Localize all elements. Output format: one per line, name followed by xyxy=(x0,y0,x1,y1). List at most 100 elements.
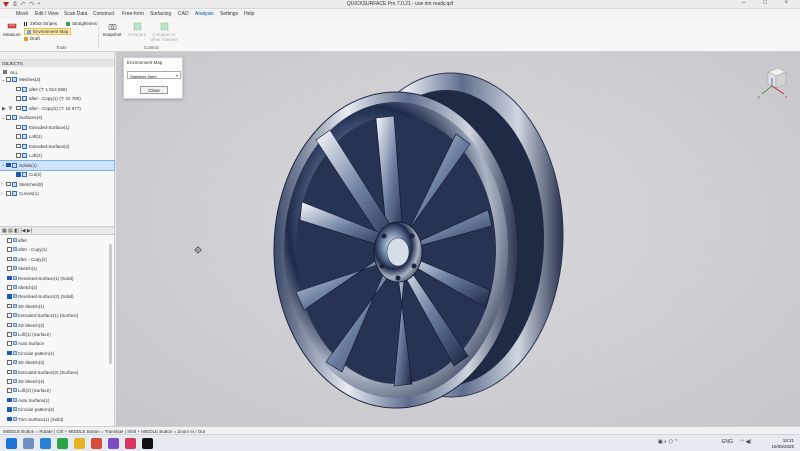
tab-construct[interactable]: Construct xyxy=(93,11,114,17)
window-controls[interactable]: – □ × xyxy=(742,0,796,6)
visibility-checkbox[interactable] xyxy=(16,134,21,139)
history-item[interactable]: Extruded-Surface(2) (Surface) xyxy=(0,368,112,377)
visibility-checkbox[interactable] xyxy=(6,162,11,167)
expand-icon[interactable]: ⌄ xyxy=(1,77,5,83)
history-checkbox[interactable] xyxy=(7,303,12,309)
history-item[interactable]: Trim Surface(1) (Solid) xyxy=(0,415,112,424)
clock[interactable]: 18:21 16/05/2025 xyxy=(771,438,794,450)
history-checkbox[interactable] xyxy=(7,332,12,337)
history-item[interactable]: Sketch(2) xyxy=(0,283,112,292)
view-cube-icon[interactable]: y x xyxy=(756,66,790,100)
tab-cad[interactable]: CAD xyxy=(178,11,189,17)
tree-item[interactable]: › Sketches(8) xyxy=(0,180,114,190)
visibility-checkbox[interactable] xyxy=(6,181,11,186)
tab-free-form[interactable]: Free-form xyxy=(122,11,144,17)
tree-item[interactable]: ⌄ Surfaces(4) xyxy=(0,113,114,123)
history-item[interactable]: after - Copy(2) xyxy=(0,255,112,264)
zebra-stripes-button[interactable]: Zebra Stripes xyxy=(24,21,57,26)
tray-icons[interactable]: ▣ ◐ ⬡ ⌃ xyxy=(658,439,678,445)
tab-scan-data[interactable]: Scan Data xyxy=(64,11,87,17)
visibility-checkbox[interactable] xyxy=(6,115,11,120)
quicksurface-taskbar-icon[interactable] xyxy=(142,438,153,449)
visibility-checkbox[interactable] xyxy=(6,191,11,196)
straightness-button[interactable]: Straightness xyxy=(66,21,97,26)
history-item[interactable]: Extruded-Surface(1) (Surface) xyxy=(0,311,112,320)
all-filter[interactable]: ALL xyxy=(10,70,18,75)
history-item[interactable]: Auto Surface(1) xyxy=(0,396,112,405)
visibility-checkbox[interactable] xyxy=(16,105,21,110)
3d-viewport[interactable]: Environment Map Stainless Steel ▾ Close y… xyxy=(116,52,800,426)
history-checkbox[interactable] xyxy=(7,360,12,365)
history-item[interactable]: Revolved-Surface(2) (Solid) xyxy=(0,292,112,301)
visibility-checkbox[interactable] xyxy=(16,172,21,177)
history-item[interactable]: Loft(2) (Surface) xyxy=(0,386,112,395)
spreadsheet-icon[interactable] xyxy=(57,438,68,449)
tree-item[interactable]: Cut(2) xyxy=(0,170,114,180)
close-window-button[interactable]: × xyxy=(784,0,796,6)
minimize-button[interactable]: – xyxy=(742,0,753,6)
close-button[interactable]: Close xyxy=(140,86,168,94)
history-item[interactable]: Revolved-Surface(1) (Solid) xyxy=(0,274,112,283)
browser-icon[interactable] xyxy=(40,438,51,449)
tree-item[interactable]: Extruded-Surface(1) xyxy=(0,123,114,133)
history-checkbox[interactable] xyxy=(7,397,12,403)
expand-icon[interactable]: ⌄ xyxy=(1,115,5,121)
wheel-model[interactable] xyxy=(256,70,576,412)
tab-help[interactable]: Help xyxy=(244,11,254,17)
visibility-checkbox[interactable] xyxy=(16,96,21,101)
history-checkbox[interactable] xyxy=(7,388,12,393)
expand-icon[interactable]: › xyxy=(1,191,3,197)
history-checkbox[interactable] xyxy=(7,341,12,346)
visual-studio-icon[interactable] xyxy=(108,438,119,449)
history-checkbox[interactable] xyxy=(7,294,12,299)
visibility-checkbox[interactable] xyxy=(16,153,21,158)
visibility-checkbox[interactable] xyxy=(16,124,21,129)
tree-item[interactable]: after - Copy(1) (T: 22 785) xyxy=(0,94,114,104)
environment-map-button[interactable]: Environment Map xyxy=(24,28,72,35)
tree-item[interactable]: ⌄ Solids(1) xyxy=(0,159,115,171)
history-item[interactable]: Auto Surface xyxy=(0,339,112,348)
history-item[interactable]: 2D Sketch(2) xyxy=(0,321,112,330)
history-item[interactable]: after - Copy(1) xyxy=(0,245,112,254)
tree-item[interactable]: › Curves(1) xyxy=(0,189,114,199)
measure-button[interactable]: Measure xyxy=(3,21,21,37)
file-explorer-icon[interactable] xyxy=(74,438,85,449)
history-checkbox[interactable] xyxy=(7,313,12,318)
history-item[interactable]: Sketch(1) xyxy=(0,264,112,273)
expand-icon[interactable]: › xyxy=(1,181,3,187)
history-item[interactable]: 3D Sketch(1) xyxy=(0,302,112,311)
history-checkbox[interactable] xyxy=(7,350,12,356)
environment-select[interactable]: Stainless Steel ▾ xyxy=(127,71,181,79)
maximize-button[interactable]: □ xyxy=(763,0,775,6)
visibility-checkbox[interactable] xyxy=(16,86,21,91)
history-item[interactable]: Circular pattern(2) xyxy=(0,405,112,414)
history-checkbox[interactable] xyxy=(7,247,12,252)
start-button-icon[interactable] xyxy=(6,438,17,449)
tab-mesh[interactable]: Mesh xyxy=(16,11,28,17)
history-item[interactable]: 3D Sketch(3) xyxy=(0,358,112,367)
tab-edit-view[interactable]: Edit / View xyxy=(35,11,59,17)
tree-item[interactable]: Loft(2) xyxy=(0,151,114,161)
history-item[interactable]: Loft(1) (Surface) xyxy=(0,330,112,339)
history-checkbox[interactable] xyxy=(7,369,12,375)
chrome-icon[interactable] xyxy=(91,438,102,449)
compare-other-button[interactable]: Compare to other mashes xyxy=(148,22,180,42)
history-checkbox[interactable] xyxy=(7,275,12,281)
history-item[interactable]: 3D Sketch(4) xyxy=(0,377,112,386)
draft-button[interactable]: Draft xyxy=(24,36,40,41)
tab-settings[interactable]: Settings xyxy=(220,11,238,17)
visibility-checkbox[interactable] xyxy=(16,143,21,148)
compare-button[interactable]: Compare xyxy=(127,22,147,37)
visibility-checkbox[interactable] xyxy=(6,77,11,82)
history-checkbox[interactable] xyxy=(7,285,12,290)
history-checkbox[interactable] xyxy=(7,407,12,412)
history-toolbar-icons[interactable]: ▦ ▤ ◧ |◀ ▶| xyxy=(2,228,32,234)
history-item[interactable]: after xyxy=(0,236,112,245)
tree-item[interactable]: after - Copy(2) (T: 15 577) xyxy=(0,104,114,114)
tree-item[interactable]: Extruded-Surface(2) xyxy=(0,142,114,152)
history-checkbox[interactable] xyxy=(7,238,12,243)
widget-icon[interactable] xyxy=(23,438,34,449)
history-item[interactable]: Circular pattern(1) xyxy=(0,349,112,358)
history-checkbox[interactable] xyxy=(7,379,12,384)
history-checkbox[interactable] xyxy=(7,322,12,328)
